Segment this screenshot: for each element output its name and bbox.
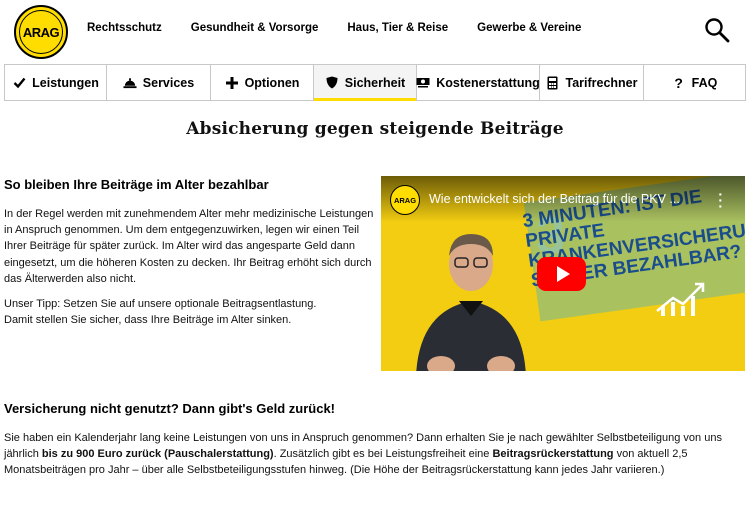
tab-sicherheit[interactable]: Sicherheit [314,65,417,101]
section-heading-geld-zurueck: Versicherung nicht genutzt? Dann gibt's … [4,401,336,416]
search-button[interactable] [704,17,730,43]
play-icon [556,266,570,282]
more-vertical-icon[interactable]: · · · [718,187,723,213]
logo-text: ARAG [19,10,63,54]
bold-beitragsrueckerstattung: Beitragsrückerstattung [492,448,614,461]
growth-chart-graphic [656,282,705,316]
tab-tarifrechner[interactable]: Tarifrechner [540,65,644,100]
tab-label: FAQ [691,75,718,90]
presenter-image [416,234,526,371]
tab-leistungen[interactable]: Leistungen [5,65,107,100]
text-segment: . Zusätzlich gibt es bei Leistungsfreihe… [273,448,493,461]
bold-pauschalerstattung: bis zu 900 Euro zurück (Pauschalerstattu… [41,448,274,461]
shield-icon [325,76,339,90]
video-title[interactable]: Wie entwickelt sich der Beitrag für die … [429,192,709,206]
page-title: Absicherung gegen steigende Beiträge [186,119,564,139]
section-paragraph-rueckerstattung: Sie haben ein Kalenderjahr lang keine Le… [4,430,744,479]
tab-label: Sicherheit [344,75,406,90]
main-navigation: Rechtsschutz Gesundheit & Vorsorge Haus,… [87,22,610,34]
calculator-icon [545,76,559,90]
play-button[interactable] [537,257,586,291]
nav-gewerbe-vereine[interactable]: Gewerbe & Vereine [477,22,581,34]
tip-line-1: Unser Tipp: Setzen Sie auf unsere option… [4,298,317,310]
nav-gesundheit-vorsorge[interactable]: Gesundheit & Vorsorge [191,22,319,34]
money-icon [416,76,430,90]
tab-label: Leistungen [32,75,99,90]
tab-services[interactable]: Services [107,65,211,100]
tab-faq[interactable]: ? FAQ [644,65,745,100]
tab-label: Optionen [244,75,300,90]
section-paragraph: In der Regel werden mit zunehmendem Alte… [4,208,374,285]
search-icon [705,18,730,43]
site-header: ARAG Rechtsschutz Gesundheit & Vorsorge … [0,0,750,62]
tab-optionen[interactable]: Optionen [211,65,314,100]
checkmark-icon [12,76,26,90]
tab-label: Tarifrechner [565,75,638,90]
nav-rechtsschutz[interactable]: Rechtsschutz [87,22,162,34]
channel-logo[interactable]: ARAG [390,185,420,215]
video-player[interactable]: 3 3 Minuten: Ist die private Krankenvers… [381,176,745,371]
question-icon: ? [674,74,683,91]
section-tip: Unser Tipp: Setzen Sie auf unsere option… [4,296,374,328]
nav-haus-tier-reise[interactable]: Haus, Tier & Reise [347,22,448,34]
section-heading-beitraege: So bleiben Ihre Beiträge im Alter bezahl… [4,177,269,192]
tab-label: Kostenerstattung [436,75,540,90]
plus-icon [225,76,239,90]
tip-line-2: Damit stellen Sie sicher, dass Ihre Beit… [4,314,292,327]
section-tabs: Leistungen Services Optionen Sicherheit … [4,64,746,101]
service-bell-icon [123,76,137,90]
tab-label: Services [142,75,195,90]
arag-logo[interactable]: ARAG [14,5,68,59]
tab-kostenerstattung[interactable]: Kostenerstattung [416,65,540,100]
